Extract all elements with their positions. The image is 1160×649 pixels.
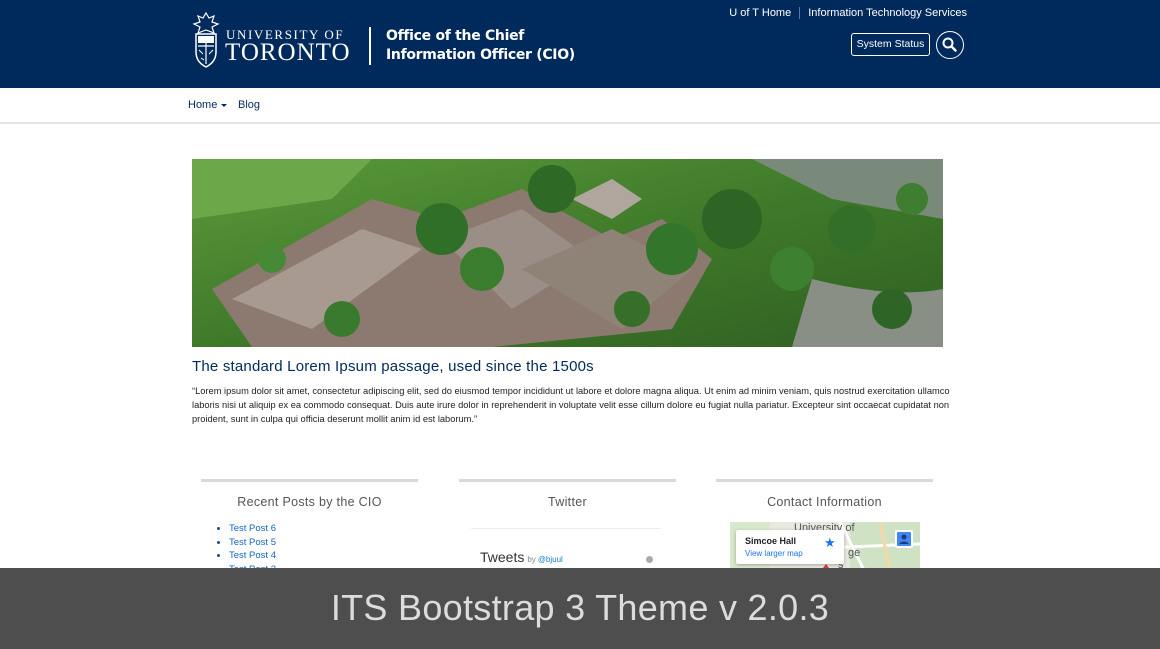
site-header: UNIVERSITY OF TORONTO Office of the Chie… xyxy=(0,0,1160,88)
campus-aerial-photo xyxy=(192,159,943,347)
uoft-home-link[interactable]: U of T Home xyxy=(721,7,799,19)
map-place-name: Simcoe Hall xyxy=(745,536,797,546)
twitter-divider xyxy=(471,528,661,529)
its-link[interactable]: Information Technology Services xyxy=(800,7,967,19)
map-label: ge xyxy=(848,547,860,559)
widget-top-rule xyxy=(201,479,418,482)
post-headline: The standard Lorem Ipsum passage, used s… xyxy=(192,358,594,375)
widget-top-rule xyxy=(716,479,933,482)
logo-toronto: TORONTO xyxy=(225,39,351,66)
banner-text: ITS Bootstrap 3 Theme v 2.0.3 xyxy=(330,587,830,628)
tweets-by-label: by xyxy=(527,555,536,564)
twitter-handle-link[interactable]: @bjuul xyxy=(538,555,563,564)
system-status-button[interactable]: System Status xyxy=(851,33,930,56)
site-title[interactable]: Office of the Chief Information Officer … xyxy=(386,27,606,65)
recent-posts-title: Recent Posts by the CIO xyxy=(237,495,382,509)
contact-title: Contact Information xyxy=(767,495,882,509)
twitter-title: Twitter xyxy=(548,495,587,509)
nav-item-home[interactable]: Home xyxy=(188,99,228,111)
twitter-timeline-header: Tweets by @bjuul xyxy=(480,549,563,567)
recent-posts-widget: Recent Posts by the CIO Test Post 6 Test… xyxy=(201,479,418,575)
main-nav: Home Blog xyxy=(0,88,1160,124)
list-item[interactable]: Test Post 5 xyxy=(229,536,276,550)
tweets-label: Tweets xyxy=(480,549,525,565)
search-button[interactable] xyxy=(936,31,964,59)
university-logo[interactable]: UNIVERSITY OF TORONTO xyxy=(192,10,357,70)
version-banner: ITS Bootstrap 3 Theme v 2.0.3 xyxy=(0,568,1160,649)
search-icon xyxy=(942,37,957,52)
view-larger-map-link[interactable]: View larger map xyxy=(745,549,803,558)
nav-item-label: Home xyxy=(188,99,218,111)
post-body: “Lorem ipsum dolor sit amet, consectetur… xyxy=(192,386,950,424)
crest-icon xyxy=(192,12,220,68)
embedded-map[interactable]: University of ge s Simcoe Hall View larg… xyxy=(730,522,920,572)
hero-image xyxy=(192,159,943,347)
star-icon[interactable]: ★ xyxy=(824,536,836,549)
contact-widget: Contact Information University of ge s S… xyxy=(716,479,933,572)
map-info-card: Simcoe Hall View larger map ★ xyxy=(736,530,844,564)
header-divider xyxy=(369,27,371,65)
info-icon[interactable] xyxy=(646,556,653,563)
list-item[interactable]: Test Post 6 xyxy=(229,522,276,536)
nav-item-blog[interactable]: Blog xyxy=(238,99,260,111)
nav-item-label: Blog xyxy=(238,99,261,111)
list-item[interactable]: Test Post 4 xyxy=(229,549,276,563)
caret-down-icon xyxy=(221,103,228,107)
twitter-widget: Twitter Tweets by @bjuul xyxy=(459,479,676,565)
utility-links: U of T Home Information Technology Servi… xyxy=(721,7,967,19)
widget-top-rule xyxy=(459,479,676,482)
